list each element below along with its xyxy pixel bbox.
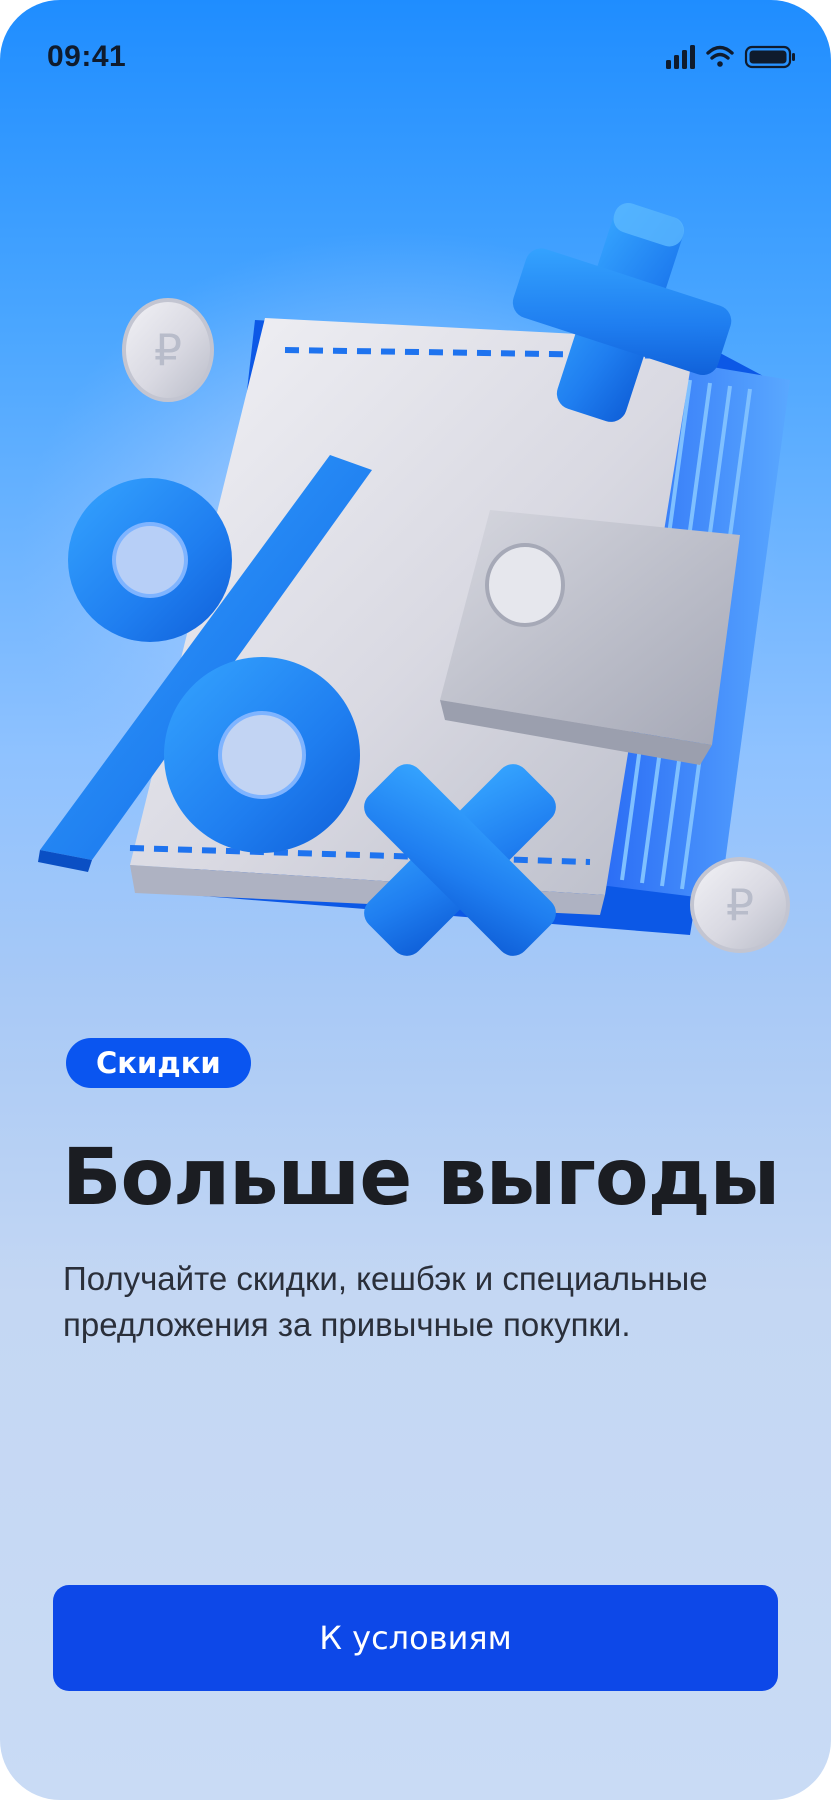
signal-icon (666, 45, 695, 69)
status-bar: 09:41 (0, 0, 831, 110)
page-subtitle: Получайте скидки, кешбэк и специальные п… (63, 1260, 708, 1343)
terms-button[interactable]: К условиям (53, 1585, 778, 1691)
wifi-icon (706, 45, 734, 67)
screen: 09:41 ₽ ₽ Скидки Больше выгоды Получайте… (0, 0, 831, 1800)
coin-icon: ₽ (690, 857, 790, 953)
status-icons (666, 45, 795, 69)
category-badge: Скидки (66, 1038, 251, 1088)
hero-illustration: ₽ ₽ (20, 202, 790, 956)
status-time: 09:41 (47, 40, 127, 73)
svg-text:₽: ₽ (726, 880, 754, 931)
page-title: Больше выгоды (62, 1133, 780, 1223)
coin-icon: ₽ (122, 298, 214, 402)
clasp-button (485, 543, 565, 627)
svg-text:₽: ₽ (154, 325, 182, 376)
battery-icon (744, 45, 795, 69)
